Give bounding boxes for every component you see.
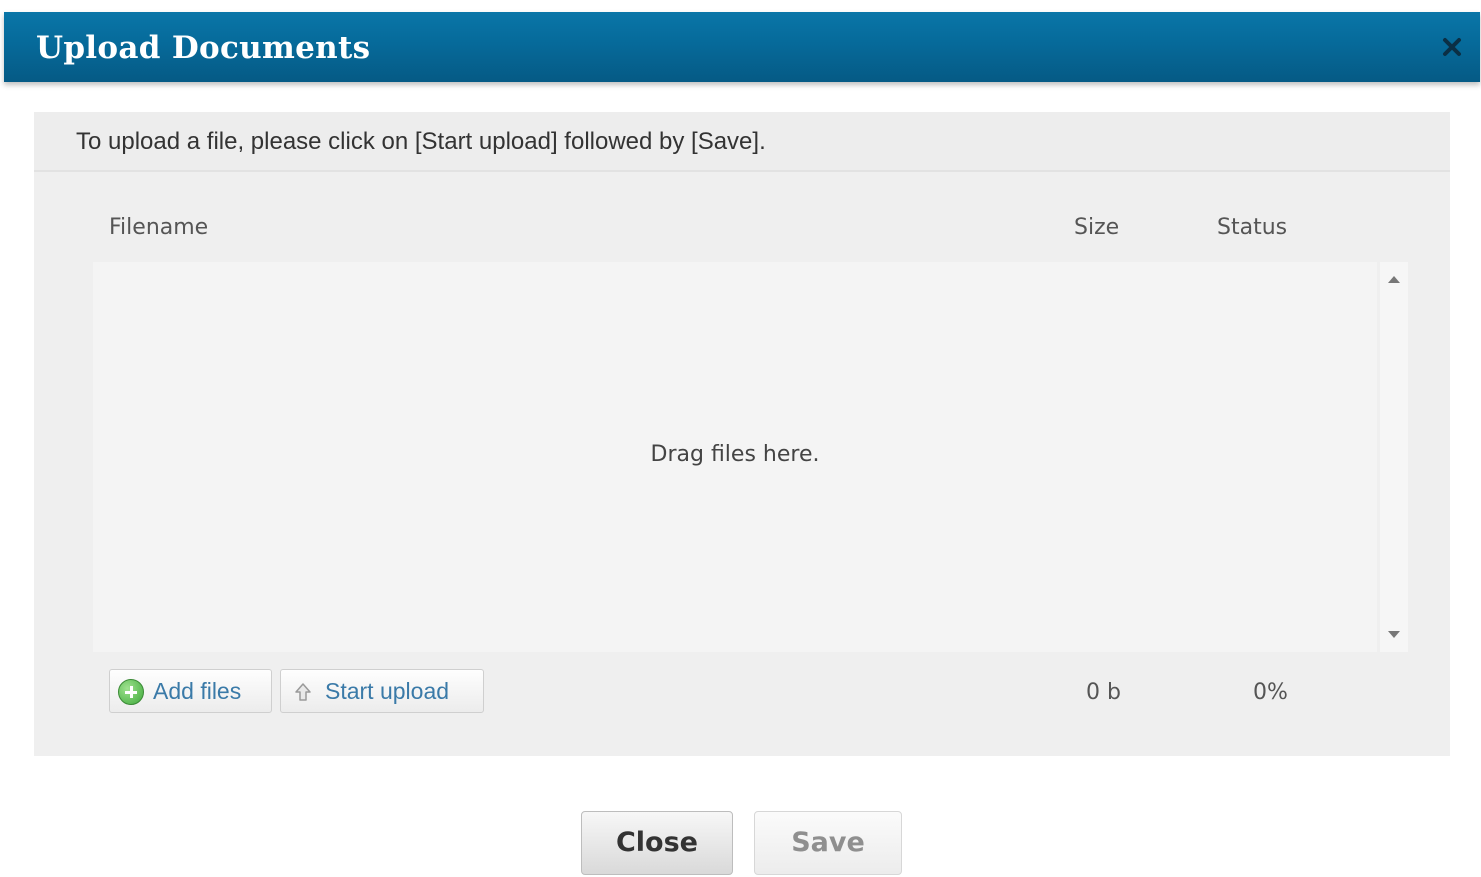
scroll-up-icon[interactable] — [1388, 276, 1400, 283]
column-header-status: Status — [1217, 215, 1288, 240]
file-drop-zone[interactable]: Drag files here. — [93, 262, 1377, 652]
file-list-scrollbar[interactable] — [1380, 262, 1408, 652]
add-files-button[interactable]: Add files — [109, 669, 272, 713]
start-upload-button[interactable]: Start upload — [280, 669, 484, 713]
instructions-bar: To upload a file, please click on [Start… — [34, 112, 1450, 172]
total-size: 0 b — [1086, 680, 1121, 705]
close-icon[interactable] — [1440, 35, 1464, 59]
add-files-label: Add files — [153, 678, 242, 704]
save-button[interactable]: Save — [754, 811, 902, 875]
add-icon — [118, 679, 144, 705]
upload-arrow-icon — [293, 682, 313, 702]
dialog-title: Upload Documents — [36, 30, 371, 66]
drag-files-message: Drag files here. — [650, 442, 820, 467]
total-status: 0% — [1253, 680, 1288, 705]
upload-documents-dialog: Upload Documents To upload a file, pleas… — [0, 0, 1481, 877]
column-header-size: Size — [1074, 215, 1120, 240]
start-upload-label: Start upload — [325, 678, 450, 704]
upload-panel: To upload a file, please click on [Start… — [34, 112, 1450, 756]
column-header-filename: Filename — [109, 215, 209, 240]
close-button[interactable]: Close — [581, 811, 733, 875]
scroll-down-icon[interactable] — [1388, 631, 1400, 638]
instructions-text: To upload a file, please click on [Start… — [76, 128, 766, 155]
dialog-titlebar: Upload Documents — [4, 12, 1480, 82]
